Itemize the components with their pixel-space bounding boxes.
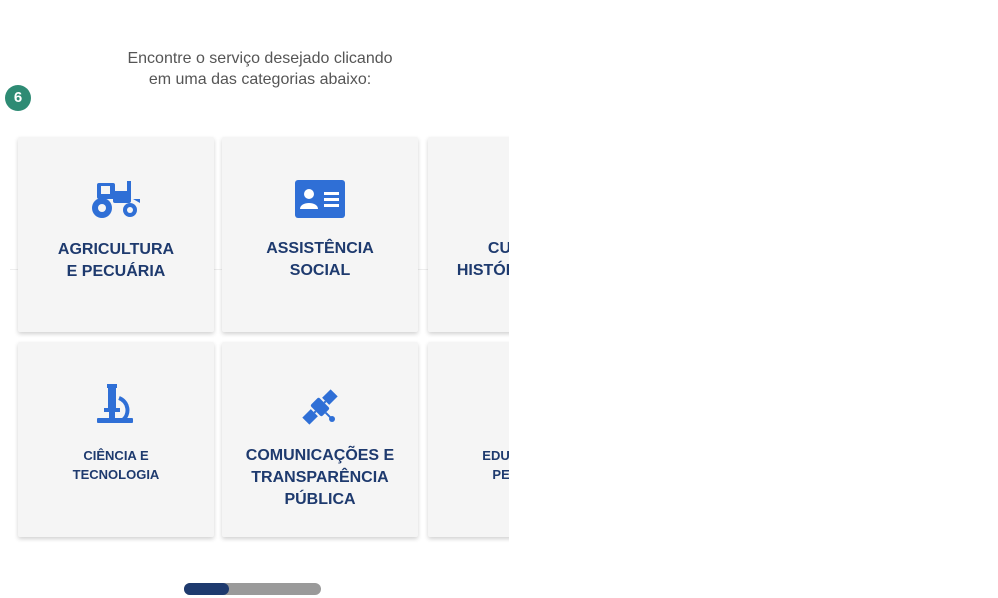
mask-icon <box>428 179 509 219</box>
book-icon <box>428 384 509 424</box>
carousel-pager-thumb[interactable] <box>184 583 229 595</box>
step-badge: 6 <box>5 85 31 111</box>
category-label: CULTURA HISTÓRIA E ARTE <box>456 240 509 279</box>
carousel-pager[interactable] <box>184 583 321 595</box>
category-label: EDUCAÇÃO E PESQUISA <box>482 448 509 482</box>
category-label: CIÊNCIA E TECNOLOGIA <box>72 448 160 482</box>
intro-text: Encontre o serviço desejado clicando em … <box>100 48 420 90</box>
category-carousel: AGRICULTURA E PECUÁRIA ASSISTÊNCIA SOCIA… <box>0 120 509 560</box>
id-card-icon <box>222 179 418 219</box>
intro-line-1: Encontre o serviço desejado clicando <box>127 50 393 67</box>
satellite-icon <box>222 386 418 428</box>
category-card-assistencia-social[interactable]: ASSISTÊNCIA SOCIAL <box>222 137 418 332</box>
category-card-agricultura[interactable]: AGRICULTURA E PECUÁRIA <box>18 137 214 332</box>
category-label: AGRICULTURA E PECUÁRIA <box>57 241 175 280</box>
microscope-icon <box>18 384 214 424</box>
tractor-icon <box>18 179 214 219</box>
category-card-educacao[interactable]: EDUCAÇÃO E PESQUISA <box>428 342 509 537</box>
intro-line-2: em uma das categorias abaixo: <box>148 71 372 88</box>
category-label: ASSISTÊNCIA SOCIAL <box>266 240 374 279</box>
category-label: COMUNICAÇÕES E TRANSPARÊNCIA PÚBLICA <box>245 447 395 508</box>
category-card-ciencia-tecnologia[interactable]: CIÊNCIA E TECNOLOGIA <box>18 342 214 537</box>
category-card-comunicacoes[interactable]: COMUNICAÇÕES E TRANSPARÊNCIA PÚBLICA <box>222 342 418 537</box>
category-card-cultura[interactable]: CULTURA HISTÓRIA E ARTE <box>428 137 509 332</box>
